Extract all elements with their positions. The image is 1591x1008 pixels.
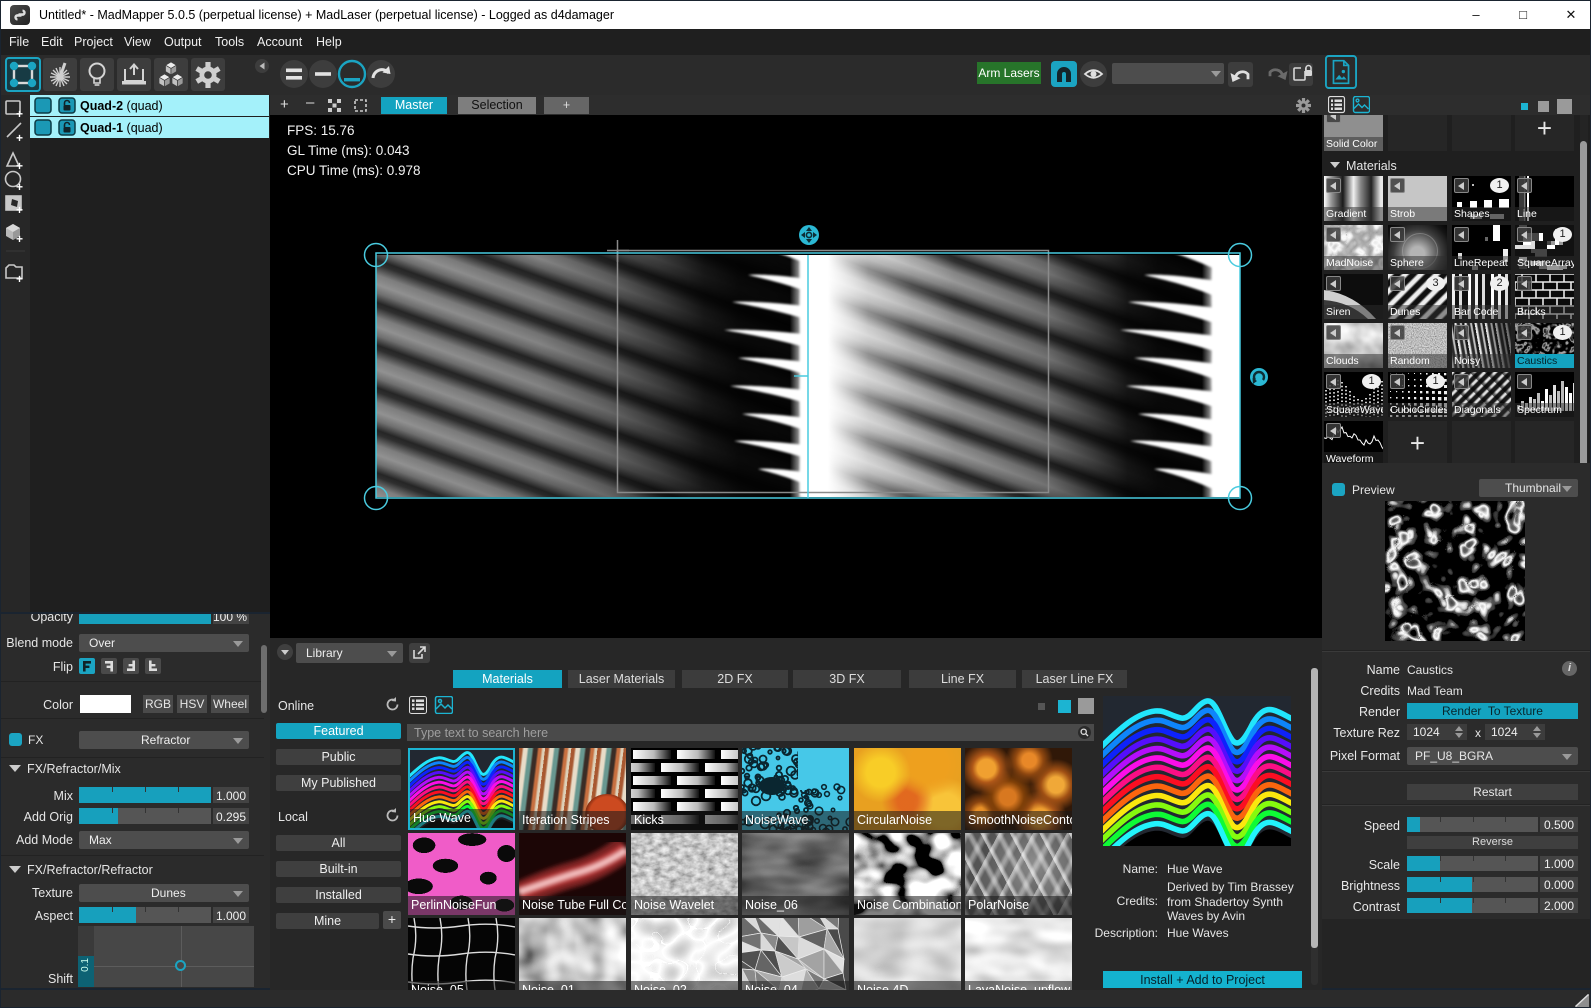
svg-text:+: + [16,203,23,217]
svg-text:+: + [16,232,23,246]
svg-text:+: + [16,159,23,173]
svg-text:+: + [16,107,23,121]
svg-text:+: + [16,272,23,286]
svg-text:+: + [16,131,23,145]
svg-text:+: + [16,180,23,194]
